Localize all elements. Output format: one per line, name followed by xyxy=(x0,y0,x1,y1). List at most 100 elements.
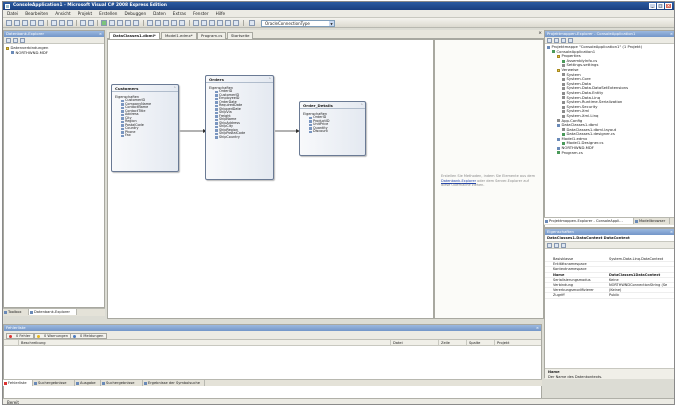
column-header-line[interactable]: Zeile xyxy=(438,340,466,345)
warnings-filter-button[interactable]: 0 Warnungen xyxy=(34,332,72,339)
collapse-icon[interactable]: ⌃ xyxy=(268,77,271,81)
format-icon[interactable] xyxy=(201,20,207,26)
properties-icon[interactable] xyxy=(547,37,552,43)
column-header-icon[interactable] xyxy=(4,340,18,345)
alphabetical-icon[interactable] xyxy=(554,242,559,248)
tab-error-list[interactable]: Fehlerliste xyxy=(3,380,33,386)
format-icon[interactable] xyxy=(217,20,223,26)
undo-icon[interactable] xyxy=(80,20,86,26)
tab-model-edmx[interactable]: Model1.edmx* xyxy=(161,31,197,39)
messages-filter-button[interactable]: 0 Meldungen xyxy=(70,332,108,339)
toolbox-icon[interactable] xyxy=(133,20,139,26)
property-pages-icon[interactable] xyxy=(561,242,566,248)
close-icon[interactable]: × xyxy=(670,229,673,235)
property-value[interactable]: Public xyxy=(609,293,674,298)
tab-output[interactable]: Ausgabe xyxy=(75,380,101,386)
save-all-icon[interactable] xyxy=(38,20,44,26)
column-header-column[interactable]: Spalte xyxy=(466,340,494,345)
panel-header: Eigenschaften × xyxy=(545,229,674,235)
edmx-icon xyxy=(557,137,560,141)
menu-item-erstellen[interactable]: Erstellen xyxy=(99,11,117,16)
new-project-icon[interactable] xyxy=(6,20,12,26)
entity-customers[interactable]: Customers ⌃ Eigenschaften CustomerID Company… xyxy=(111,84,179,172)
tree-item[interactable]: Program.cs xyxy=(547,150,673,156)
panel-title: Datenbank-Explorer xyxy=(6,31,45,36)
column-header-file[interactable]: Datei xyxy=(390,340,438,345)
redo-icon[interactable] xyxy=(88,20,94,26)
column-header-project[interactable]: Projekt xyxy=(494,340,542,345)
cut-icon[interactable] xyxy=(51,20,57,26)
menu-item-bearbeiten[interactable]: Bearbeiten xyxy=(25,11,48,16)
right-panel-tabs: Projektmappen-Explorer - ConsoleAppli...… xyxy=(544,217,674,225)
zoom-icon[interactable] xyxy=(179,20,185,26)
connection-type-select[interactable]: OracleConnectionType ▼ xyxy=(261,19,335,27)
layout-icon[interactable] xyxy=(171,20,177,26)
start-debug-icon[interactable] xyxy=(101,20,107,26)
align-right-icon[interactable] xyxy=(163,20,169,26)
tab-symbol-results[interactable]: Ergebnisse der Symbolsuche xyxy=(143,380,205,386)
entity-orders[interactable]: Orders ⌃ Eigenschaften OrderID CustomerID Emp… xyxy=(205,75,274,180)
entity-order-details[interactable]: Order_Details ⌃ Eigenschaften OrderID Produc… xyxy=(299,101,366,156)
add-connection-icon[interactable] xyxy=(20,37,25,43)
tab-search-results-2[interactable]: Suchergebnisse xyxy=(101,380,143,386)
refresh-icon[interactable] xyxy=(561,37,566,43)
copy-icon[interactable] xyxy=(59,20,65,26)
paste-icon[interactable] xyxy=(67,20,73,26)
error-filters: 0 Fehler 0 Warnungen 0 Meldungen xyxy=(4,331,541,340)
menu-item-debuggen[interactable]: Debuggen xyxy=(124,11,146,16)
toolbar-separator xyxy=(143,20,144,26)
menu-item-ansicht[interactable]: Ansicht xyxy=(55,11,70,16)
tree-item[interactable]: NORTHWND.MDF xyxy=(6,50,102,56)
ide-window: ConsoleApplication1 - Microsoft Visual C… xyxy=(2,1,675,405)
tab-solution-explorer[interactable]: Projektmappen-Explorer - ConsoleAppli... xyxy=(544,218,634,224)
close-button[interactable]: × xyxy=(665,3,672,9)
show-all-files-icon[interactable] xyxy=(554,37,559,43)
errors-filter-button[interactable]: 0 Fehler xyxy=(6,332,35,339)
view-code-icon[interactable] xyxy=(568,37,573,43)
close-icon[interactable]: × xyxy=(538,31,542,36)
menu-item-extras[interactable]: Extras xyxy=(173,11,186,16)
column-header-description[interactable]: Beschreibung xyxy=(18,340,390,345)
minimize-button[interactable]: _ xyxy=(649,3,656,9)
tab-model-browser[interactable]: Modellbrowser xyxy=(634,218,670,224)
solution-explorer-icon[interactable] xyxy=(117,20,123,26)
tab-program-cs[interactable]: Program.cs xyxy=(197,31,227,39)
format-icon[interactable] xyxy=(193,20,199,26)
tab-toolbox[interactable]: Toolbox xyxy=(3,309,29,315)
collapse-icon[interactable]: ⌃ xyxy=(173,86,176,90)
entity-property[interactable]: Discount xyxy=(300,130,365,134)
tab-search-results[interactable]: Suchergebnisse xyxy=(33,380,75,386)
refresh-icon[interactable] xyxy=(6,37,11,43)
maximize-button[interactable]: □ xyxy=(657,3,664,9)
database-explorer-link[interactable]: Datenbank-Explorer xyxy=(441,179,476,183)
format-icon[interactable] xyxy=(225,20,231,26)
collapse-icon[interactable]: ⌃ xyxy=(360,103,363,107)
property-icon xyxy=(121,117,124,120)
save-icon[interactable] xyxy=(30,20,36,26)
tab-database-explorer[interactable]: Datenbank-Explorer xyxy=(29,309,77,315)
dbml-designer-surface[interactable]: Customers ⌃ Eigenschaften CustomerID Company… xyxy=(107,39,434,319)
align-left-icon[interactable] xyxy=(147,20,153,26)
align-center-icon[interactable] xyxy=(155,20,161,26)
property-object-select[interactable]: DataClasses1.DataContext DataContext xyxy=(545,235,674,242)
stop-icon[interactable] xyxy=(13,37,18,43)
format-icon[interactable] xyxy=(209,20,215,26)
menu-item-hilfe[interactable]: Hilfe xyxy=(216,11,226,16)
open-icon[interactable] xyxy=(22,20,28,26)
property-row[interactable]: Zugriff Public xyxy=(545,293,674,299)
menu-item-fenster[interactable]: Fenster xyxy=(193,11,209,16)
categorized-icon[interactable] xyxy=(547,242,552,248)
entity-property[interactable]: Fax xyxy=(112,134,178,138)
properties-icon[interactable] xyxy=(125,20,131,26)
menu-item-datei[interactable]: Datei xyxy=(7,11,18,16)
menu-item-projekt[interactable]: Projekt xyxy=(78,11,92,16)
entity-property[interactable]: ShipCountry xyxy=(206,135,273,140)
tab-start-page[interactable]: Startseite xyxy=(227,31,254,39)
add-item-icon[interactable] xyxy=(14,20,20,26)
methods-pane[interactable]: Erstellen Sie Methoden, indem Sie Elemen… xyxy=(434,39,544,319)
format-icon[interactable] xyxy=(233,20,239,26)
menu-item-daten[interactable]: Daten xyxy=(153,11,166,16)
connection-icon[interactable] xyxy=(249,20,255,26)
find-icon[interactable] xyxy=(109,20,115,26)
tab-dataclasses[interactable]: DataClasses1.dbml* xyxy=(109,31,160,39)
